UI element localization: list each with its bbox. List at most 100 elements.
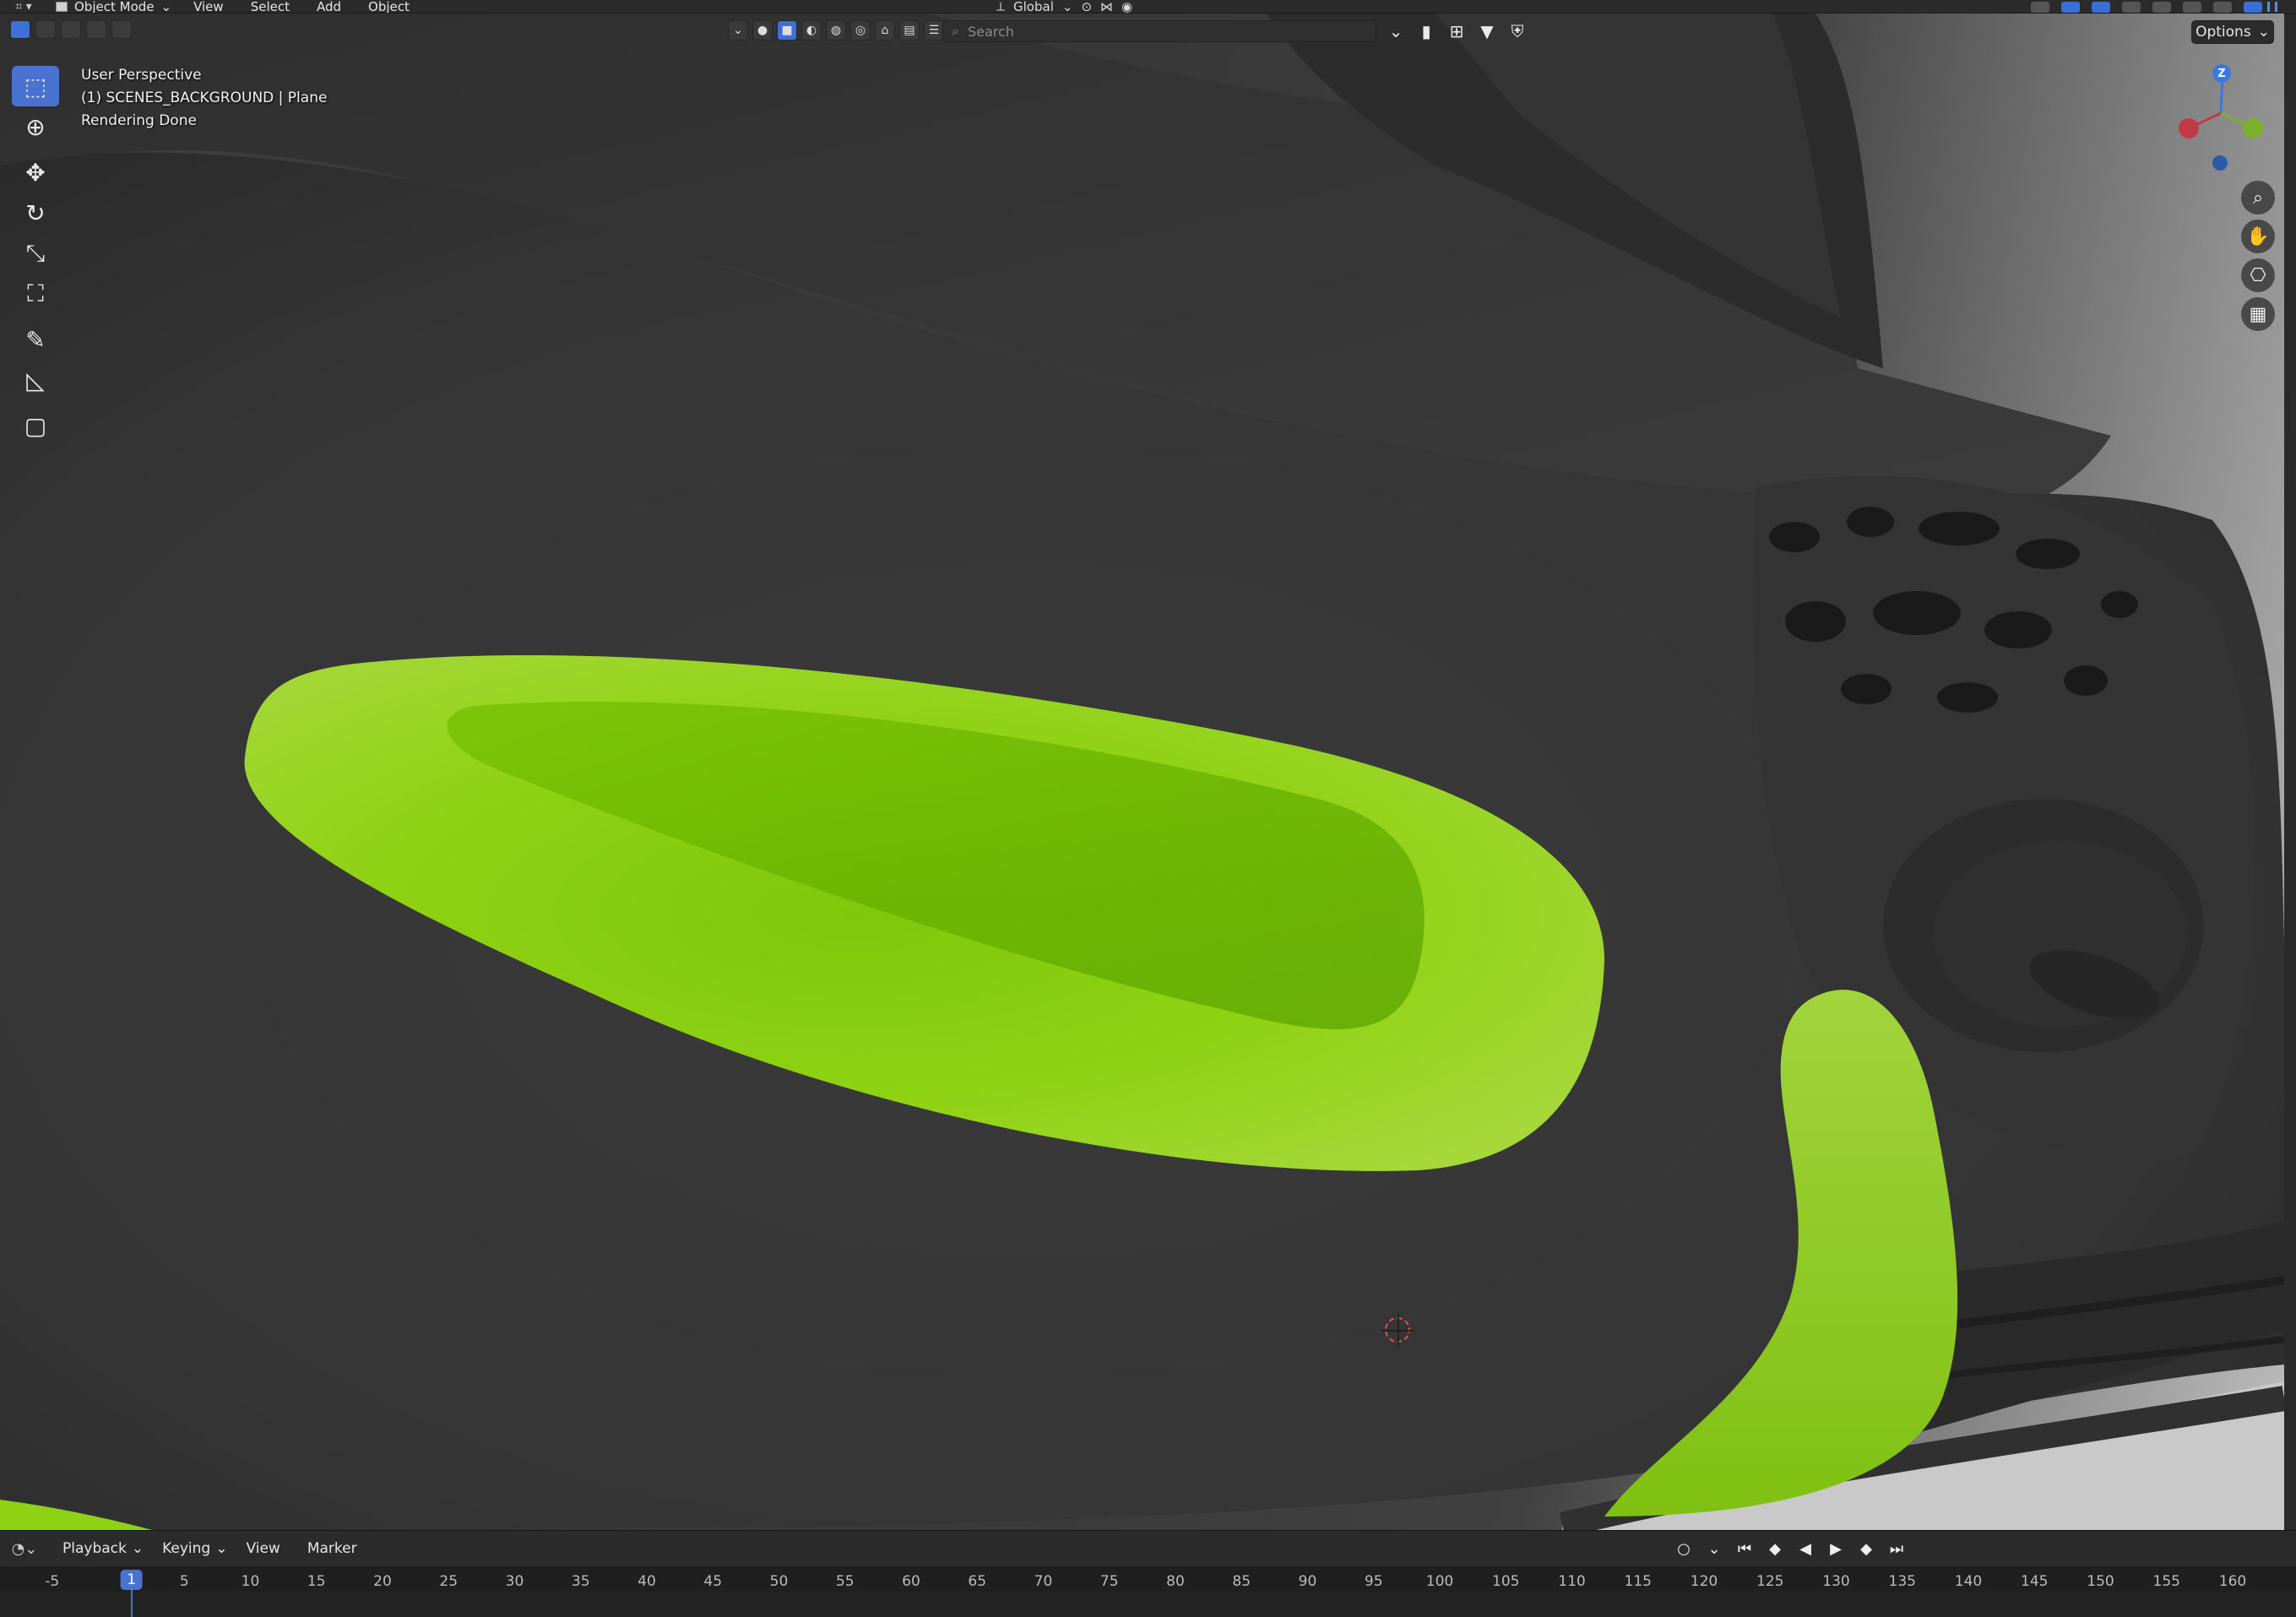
xray-icon[interactable] — [2122, 1, 2141, 13]
top-header: ⌗ ▾ Object Mode ⌄ View Select Add Object… — [0, 0, 2296, 14]
menu-playback[interactable]: Playback — [49, 1540, 140, 1557]
stack-filter-icon[interactable]: ☰ — [924, 20, 944, 41]
search-input[interactable] — [967, 23, 1322, 40]
axis-neg-z-dot[interactable] — [2212, 155, 2228, 171]
chevron-down-icon[interactable]: ⌄ — [1702, 1538, 1726, 1560]
filter-icon[interactable]: ▼ — [1476, 20, 1498, 42]
select-new-icon[interactable] — [10, 20, 30, 39]
menu-object[interactable]: Object — [355, 0, 423, 13]
auto-key-icon[interactable]: ○ — [1672, 1538, 1696, 1560]
jump-end-icon[interactable]: ⏭ — [1885, 1538, 1908, 1560]
proportional-edit-icon[interactable]: ◉ — [1121, 0, 1132, 13]
select-box-icon[interactable]: ⬚ — [12, 66, 59, 106]
frame-tick: 20 — [373, 1573, 392, 1590]
other-filter-icon[interactable]: ▤ — [899, 20, 920, 41]
frame-tick: 125 — [1756, 1573, 1784, 1590]
frame-tick: 135 — [1888, 1573, 1916, 1590]
region-edge[interactable] — [2284, 14, 2296, 1530]
axis-y-dot[interactable] — [2243, 118, 2263, 138]
chevron-down-icon: ⌄ — [1061, 0, 1073, 14]
frame-tick: 75 — [1099, 1573, 1119, 1590]
mesh-filter-icon[interactable]: ■ — [777, 20, 797, 41]
frame-ruler[interactable]: -5 5 10 15 20 25 30 35 40 45 50 55 60 65 70 75 80 85 90 95 1… — [0, 1566, 2296, 1592]
menu-select[interactable]: Select — [237, 0, 303, 13]
visibility-toggle-group: ⌄ ● ■ ◐ ◍ ◎ ⌂ ▤ ☰ — [728, 20, 944, 41]
select-extend-icon[interactable] — [35, 20, 56, 39]
chevron-down-icon: ⌄ — [160, 0, 172, 14]
chevron-down-icon: ⌄ — [2257, 24, 2270, 41]
prev-keyframe-icon[interactable]: ◆ — [1763, 1538, 1787, 1560]
menu-view[interactable]: View — [232, 1540, 293, 1557]
add-cube-icon[interactable]: ▢ — [12, 405, 59, 446]
jump-start-icon[interactable]: ⏮ — [1733, 1538, 1756, 1560]
menu-view[interactable]: View — [180, 0, 237, 13]
navigation-gizmo[interactable]: Z — [2170, 61, 2263, 171]
frame-tick: 65 — [968, 1573, 987, 1590]
options-button[interactable]: Options ⌄ — [2191, 20, 2274, 44]
curve-filter-icon[interactable]: ◐ — [801, 20, 822, 41]
light-filter-icon[interactable]: ◍ — [826, 20, 846, 41]
3d-cursor[interactable] — [1381, 1314, 1414, 1346]
rendered-shading-icon[interactable] — [2244, 1, 2262, 13]
rotate-icon[interactable]: ↻ — [12, 193, 59, 233]
wireframe-shading-icon[interactable] — [2152, 1, 2171, 13]
timeline-editor-type-icon[interactable]: ◔⌄ — [0, 1531, 49, 1566]
scale-icon[interactable]: ⤡ — [12, 233, 59, 274]
play-reverse-icon[interactable]: ◀ — [1794, 1538, 1817, 1560]
frame-tick: 55 — [835, 1573, 855, 1590]
viewport-search[interactable]: ⌕ — [942, 20, 1376, 42]
cursor-icon[interactable]: ⊕ — [12, 106, 59, 147]
active-object-label: (1) SCENES_BACKGROUND | Plane — [81, 90, 328, 106]
chevron-down-icon[interactable]: ⌄ — [728, 20, 748, 41]
options-label: Options — [2196, 24, 2251, 41]
axis-x-dot[interactable] — [2179, 118, 2199, 138]
snap-icon[interactable]: ⋈ — [1100, 0, 1113, 13]
frame-tick: 60 — [902, 1573, 920, 1590]
camera-filter-icon[interactable]: ◎ — [850, 20, 871, 41]
overlay-toggle-icon[interactable] — [2092, 1, 2110, 13]
transform-icon[interactable]: ⛶ — [12, 274, 59, 314]
pause-icon[interactable] — [2267, 2, 2277, 12]
move-icon[interactable]: ✥ — [12, 152, 59, 193]
pan-hand-icon[interactable]: ✋ — [2241, 220, 2275, 253]
shield-icon[interactable]: ⛨ — [1506, 20, 1528, 42]
editor-type-icon[interactable]: ⌗ ▾ — [0, 0, 47, 13]
frame-tick: 10 — [241, 1573, 260, 1590]
bookmark-icon[interactable]: ▮ — [1415, 20, 1437, 42]
play-icon[interactable]: ▶ — [1824, 1538, 1848, 1560]
frame-tick: 120 — [1690, 1573, 1718, 1590]
frame-tick: 5 — [179, 1573, 189, 1590]
menu-keying[interactable]: Keying — [149, 1540, 224, 1557]
select-intersect-icon[interactable] — [111, 20, 132, 39]
chevron-down-icon[interactable]: ⌄ — [1385, 20, 1407, 42]
frame-tick: 70 — [1034, 1573, 1053, 1590]
solid-shading-icon[interactable] — [2183, 1, 2201, 13]
zoom-icon[interactable]: ⌕ — [2241, 181, 2275, 214]
timeline-track[interactable] — [0, 1592, 2296, 1617]
material-shading-icon[interactable] — [2213, 1, 2232, 13]
gizmo-toggle-icon[interactable] — [2061, 1, 2080, 13]
measure-icon[interactable]: ◺ — [12, 360, 59, 400]
3d-viewport[interactable]: ⌄ ● ■ ◐ ◍ ◎ ⌂ ▤ ☰ ⌕ ⌄ ▮ ⊞ ▼ ⛨ Options ⌄ … — [0, 14, 2284, 1530]
display-mode-icon[interactable]: ⊞ — [1446, 20, 1468, 42]
visibility-icon[interactable] — [2031, 1, 2049, 13]
mode-dropdown[interactable]: Object Mode ⌄ — [47, 0, 180, 14]
frame-tick: 100 — [1425, 1573, 1454, 1590]
axis-z-button[interactable]: Z — [2212, 64, 2231, 83]
select-invert-icon[interactable] — [86, 20, 106, 39]
select-subtract-icon[interactable] — [61, 20, 81, 39]
color-sphere-icon[interactable]: ● — [752, 20, 773, 41]
menu-add[interactable]: Add — [303, 0, 355, 13]
chevron-down-icon: ⌄ — [131, 1540, 144, 1557]
menu-marker[interactable]: Marker — [294, 1540, 371, 1557]
pivot-icon[interactable]: ⊙ — [1081, 0, 1092, 13]
next-keyframe-icon[interactable]: ◆ — [1854, 1538, 1878, 1560]
empty-filter-icon[interactable]: ⌂ — [875, 20, 895, 41]
ortho-grid-icon[interactable]: ▦ — [2241, 297, 2275, 331]
annotate-icon[interactable]: ✎ — [12, 319, 59, 360]
camera-view-icon[interactable]: ⎔ — [2241, 258, 2275, 292]
frame-tick: 145 — [2021, 1573, 2049, 1590]
playhead-line[interactable] — [130, 1587, 133, 1617]
frame-tick: 105 — [1492, 1573, 1520, 1590]
transform-orientation-dropdown[interactable]: Global — [1013, 0, 1054, 13]
